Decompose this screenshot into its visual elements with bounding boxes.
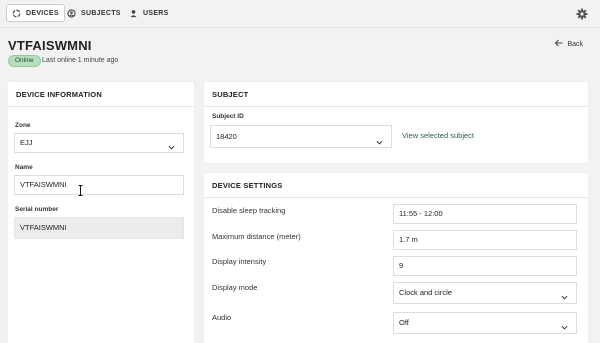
tab-subjects-label: SUBJECTS <box>81 9 121 17</box>
subject-id-select[interactable]: 18420 <box>210 125 392 148</box>
tab-subjects[interactable]: SUBJECTS <box>62 4 126 22</box>
device-settings-card: DEVICE SETTINGS Disable sleep tracking 1… <box>204 173 588 343</box>
chevron-down-icon <box>376 133 383 145</box>
audio-value: Off <box>399 318 409 327</box>
name-value: VTFAISWMNI <box>20 180 67 189</box>
last-online-text: Last online 1 minute ago <box>42 57 119 64</box>
subject-card: SUBJECT Subject ID 18420 View selected s… <box>204 82 588 163</box>
sleep-tracking-value: 11:55 - 12:00 <box>399 209 443 218</box>
tab-devices-label: DEVICES <box>26 9 59 17</box>
text-cursor-icon <box>78 183 83 196</box>
arrow-left-icon <box>554 39 563 49</box>
audio-select[interactable]: Off <box>393 312 577 334</box>
sleep-tracking-input[interactable]: 11:55 - 12:00 <box>393 204 577 224</box>
chevron-down-icon <box>168 140 175 150</box>
view-selected-subject-link[interactable]: View selected subject <box>402 131 474 140</box>
device-settings-heading: DEVICE SETTINGS <box>204 173 588 198</box>
top-navigation: DEVICES SUBJECTS USERS <box>0 0 600 28</box>
zone-select[interactable]: EJJ <box>14 133 184 153</box>
subject-heading: SUBJECT <box>204 82 588 107</box>
subjects-icon <box>67 8 76 18</box>
zone-label: Zone <box>15 122 31 129</box>
device-information-card: DEVICE INFORMATION Zone EJJ Name VTFAISW… <box>8 82 194 343</box>
display-intensity-value: 9 <box>399 261 404 270</box>
tab-devices[interactable]: DEVICES <box>6 4 65 22</box>
name-input[interactable]: VTFAISWMNI <box>14 175 184 195</box>
setting-label-mode: Display mode <box>212 283 258 292</box>
tab-users-label: USERS <box>143 9 169 17</box>
page-title: VTFAISWMNI <box>8 38 92 53</box>
back-label: Back <box>567 40 583 48</box>
zone-value: EJJ <box>20 138 33 147</box>
subject-id-label: Subject ID <box>212 113 244 120</box>
tab-users[interactable]: USERS <box>124 4 174 22</box>
display-intensity-input[interactable]: 9 <box>393 256 577 276</box>
user-icon <box>129 9 138 18</box>
device-information-heading: DEVICE INFORMATION <box>8 82 194 107</box>
chevron-down-icon <box>561 319 568 330</box>
back-button[interactable]: Back <box>554 39 583 49</box>
maximum-distance-input[interactable]: 1.7 m <box>393 230 577 250</box>
serial-number-value: VTFAISWMNI <box>20 223 67 232</box>
status-badge: Online <box>8 55 41 67</box>
devices-icon <box>12 9 21 18</box>
chevron-down-icon <box>561 289 568 300</box>
serial-number-label: Serial number <box>15 206 59 213</box>
setting-label-intensity: Display intensity <box>212 257 267 266</box>
display-mode-value: Clock and circle <box>399 288 452 297</box>
serial-number-field: VTFAISWMNI <box>14 217 184 239</box>
gear-icon[interactable] <box>576 7 588 20</box>
subject-id-value: 18420 <box>216 132 237 141</box>
display-mode-select[interactable]: Clock and circle <box>393 282 577 304</box>
name-label: Name <box>15 164 33 171</box>
setting-label-audio: Audio <box>212 313 232 322</box>
maximum-distance-value: 1.7 m <box>399 235 418 244</box>
setting-label-sleep: Disable sleep tracking <box>212 206 286 215</box>
setting-label-distance: Maximum distance (meter) <box>212 232 301 241</box>
